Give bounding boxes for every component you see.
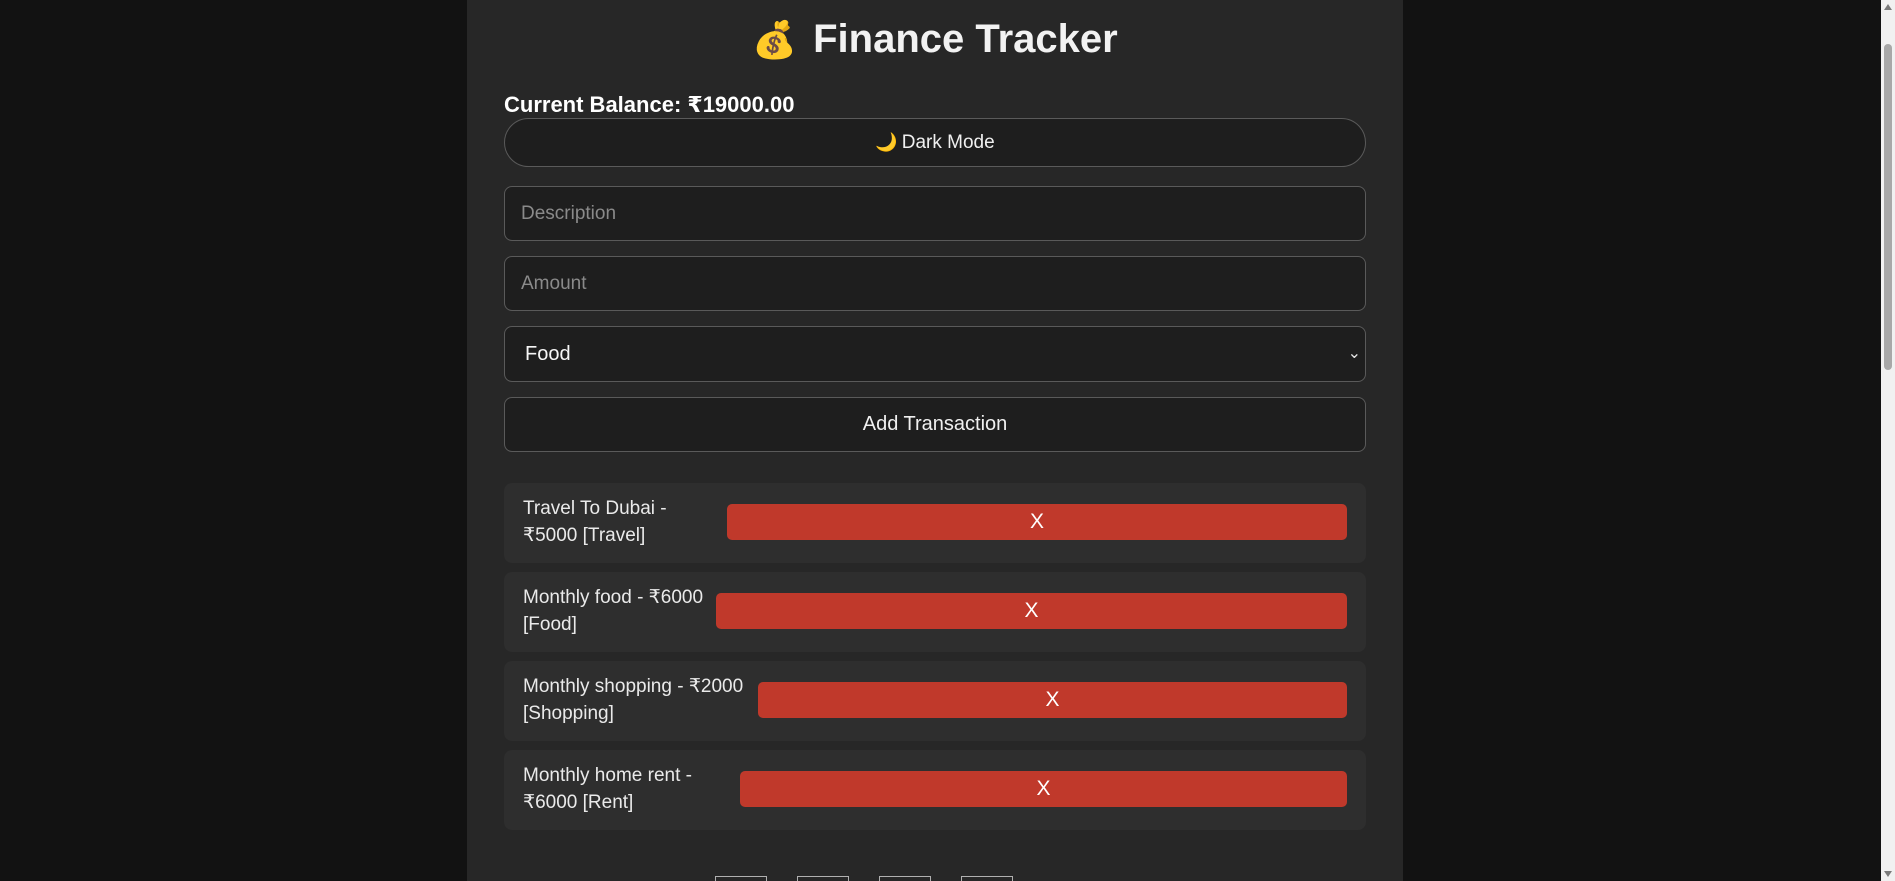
chart-legend-partial: [715, 876, 1013, 881]
page-title: 💰 Finance Tracker: [467, 14, 1403, 65]
legend-swatch: [961, 876, 1013, 881]
transaction-line-1: Monthly food - ₹6000: [523, 587, 704, 608]
dark-mode-label: Dark Mode: [901, 131, 995, 153]
scroll-up-arrow-icon[interactable]: [1884, 4, 1892, 10]
legend-swatch: [797, 876, 849, 881]
page-title-text: Finance Tracker: [813, 17, 1118, 61]
moon-icon: 🌙: [875, 132, 898, 152]
transaction-line-1: Travel To Dubai -: [523, 498, 667, 519]
transaction-line-2: ₹5000 [Travel]: [523, 525, 646, 546]
scroll-down-arrow-icon[interactable]: [1884, 871, 1892, 877]
transaction-line-2: [Shopping]: [523, 703, 614, 724]
transaction-line-1: Monthly shopping - ₹2000: [523, 676, 744, 697]
delete-transaction-button[interactable]: X: [727, 504, 1347, 540]
delete-transaction-button[interactable]: X: [758, 682, 1347, 718]
transaction-text: Monthly home rent - ₹6000 [Rent]: [523, 762, 733, 816]
legend-swatch: [879, 876, 931, 881]
description-input[interactable]: [504, 186, 1366, 241]
category-select[interactable]: Food ⌄: [504, 326, 1366, 382]
transaction-line-1: Monthly home rent -: [523, 765, 692, 786]
scrollbar-thumb[interactable]: [1884, 44, 1892, 370]
add-transaction-button[interactable]: Add Transaction: [504, 397, 1366, 452]
current-balance: Current Balance: ₹19000.00: [504, 92, 795, 117]
delete-transaction-button[interactable]: X: [716, 593, 1347, 629]
transaction-item: Monthly home rent - ₹6000 [Rent] X: [504, 750, 1366, 830]
legend-swatch: [715, 876, 767, 881]
category-selected-value: Food: [525, 342, 571, 365]
transaction-item: Monthly food - ₹6000 [Food] X: [504, 572, 1366, 652]
money-bag-icon: 💰: [752, 19, 798, 60]
transaction-line-2: ₹6000 [Rent]: [523, 792, 634, 813]
dark-mode-toggle[interactable]: 🌙 Dark Mode: [504, 118, 1366, 167]
transaction-text: Monthly food - ₹6000 [Food]: [523, 584, 723, 638]
vertical-scrollbar[interactable]: [1881, 0, 1895, 881]
app-container: 💰 Finance Tracker Current Balance: ₹19000…: [467, 0, 1403, 881]
amount-input[interactable]: [504, 256, 1366, 311]
page: 💰 Finance Tracker Current Balance: ₹19000…: [0, 0, 1895, 881]
chevron-down-icon: ⌄: [1347, 345, 1361, 362]
transaction-text: Monthly shopping - ₹2000 [Shopping]: [523, 673, 753, 727]
transaction-text: Travel To Dubai - ₹5000 [Travel]: [523, 495, 713, 549]
transaction-item: Travel To Dubai - ₹5000 [Travel] X: [504, 483, 1366, 563]
delete-transaction-button[interactable]: X: [740, 771, 1347, 807]
transaction-line-2: [Food]: [523, 614, 577, 635]
transaction-item: Monthly shopping - ₹2000 [Shopping] X: [504, 661, 1366, 741]
